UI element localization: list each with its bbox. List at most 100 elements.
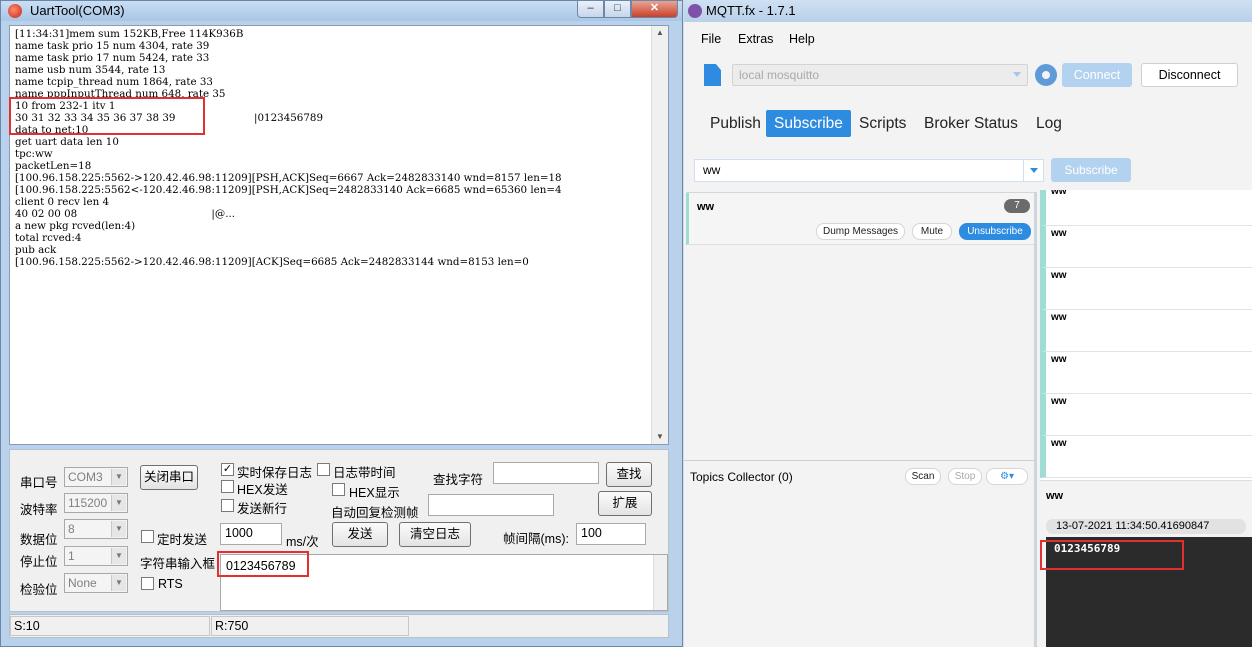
subscriptions-pane: ww 7 Dump Messages Mute Unsubscribe	[686, 192, 1034, 458]
baud-label: 波特率	[20, 503, 58, 517]
menu-file[interactable]: File	[701, 32, 721, 46]
message-topic: ww	[1051, 270, 1067, 281]
timed-send-checkbox[interactable]	[141, 530, 154, 543]
interval-unit: ms/次	[286, 535, 319, 549]
list-item[interactable]: ww	[1040, 310, 1252, 352]
topics-collector: Topics Collector (0) Scan Stop ⚙▾	[684, 460, 1034, 647]
log-time-label: 日志带时间	[333, 466, 396, 480]
mqttfx-titlebar[interactable]: MQTT.fx - 1.7.1	[684, 0, 1252, 22]
list-item[interactable]: ww	[1040, 436, 1252, 478]
stopbits-select[interactable]: 1 ▼	[64, 546, 128, 566]
timed-send-label: 定时发送	[157, 533, 208, 547]
maximize-button[interactable]: □	[604, 1, 631, 18]
chevron-down-icon	[1013, 72, 1021, 77]
subscription-item[interactable]: ww 7 Dump Messages Mute Unsubscribe	[686, 193, 1034, 245]
baud-value: 115200	[68, 496, 108, 510]
scan-button[interactable]: Scan	[905, 468, 941, 485]
parity-value: None	[68, 576, 97, 590]
find-input[interactable]	[493, 462, 599, 484]
parity-select[interactable]: None ▼	[64, 573, 128, 593]
tab-broker-status[interactable]: Broker Status	[916, 110, 1026, 137]
uarttool-title: UartTool(COM3)	[30, 3, 125, 18]
message-count-badge: 7	[1004, 199, 1030, 213]
scroll-down-icon[interactable]: ▼	[652, 430, 668, 444]
port-label: 串口号	[20, 476, 58, 490]
menu-extras[interactable]: Extras	[738, 32, 773, 46]
hex-send-checkbox[interactable]	[221, 480, 234, 493]
log-console[interactable]: [11:34:31]mem sum 152KB,Free 114K936B na…	[9, 25, 669, 445]
file-icon[interactable]	[704, 64, 721, 86]
chevron-down-icon[interactable]	[1023, 160, 1043, 181]
find-button[interactable]: 查找	[606, 462, 652, 487]
mqttfx-title: MQTT.fx - 1.7.1	[706, 3, 796, 18]
log-time-checkbox[interactable]	[317, 463, 330, 476]
close-port-button[interactable]: 关闭串口	[140, 465, 198, 490]
close-button[interactable]: ✕	[631, 1, 678, 18]
menu-help[interactable]: Help	[789, 32, 815, 46]
message-topic: ww	[1051, 190, 1067, 197]
input-scrollbar[interactable]	[653, 555, 667, 610]
uarttool-app-icon	[8, 4, 22, 18]
list-item[interactable]: ww	[1040, 190, 1252, 226]
chevron-down-icon: ▼	[111, 575, 126, 591]
collector-settings-button[interactable]: ⚙▾	[986, 468, 1028, 485]
chevron-down-icon: ▼	[111, 521, 126, 537]
mqttfx-window: MQTT.fx - 1.7.1 File Extras Help local m…	[684, 0, 1252, 647]
minimize-button[interactable]: –	[577, 1, 604, 18]
gear-icon[interactable]	[1035, 64, 1057, 86]
message-list[interactable]: ww ww ww ww ww ww ww	[1040, 190, 1252, 480]
find-label: 查找字符	[433, 473, 484, 487]
uarttool-titlebar[interactable]: UartTool(COM3) – □ ✕	[1, 1, 682, 21]
send-button[interactable]: 发送	[332, 522, 388, 547]
hex-show-checkbox[interactable]	[332, 483, 345, 496]
detail-timestamp: 13-07-2021 11:34:50.41690847	[1046, 519, 1246, 534]
port-value: COM3	[68, 470, 103, 484]
connect-button[interactable]: Connect	[1062, 63, 1132, 87]
menu-bar: File Extras Help	[684, 28, 1252, 50]
tab-subscribe[interactable]: Subscribe	[766, 110, 851, 137]
topic-input[interactable]: ww	[694, 159, 1044, 182]
dump-messages-button[interactable]: Dump Messages	[816, 223, 905, 240]
tab-log[interactable]: Log	[1028, 110, 1070, 137]
frame-interval-label: 帧间隔(ms):	[503, 532, 569, 546]
baud-select[interactable]: 115200 ▼	[64, 493, 128, 513]
parity-label: 检验位	[20, 583, 58, 597]
mqttfx-logo-icon	[688, 4, 702, 18]
realtime-log-checkbox[interactable]: ✓	[221, 463, 234, 476]
scroll-up-icon[interactable]: ▲	[652, 26, 668, 40]
stop-button[interactable]: Stop	[948, 468, 982, 485]
tab-scripts[interactable]: Scripts	[851, 110, 914, 137]
expand-button[interactable]: 扩展	[598, 491, 652, 516]
mute-button[interactable]: Mute	[912, 223, 952, 240]
interval-input[interactable]: 1000	[220, 523, 282, 545]
console-scrollbar[interactable]: ▲ ▼	[651, 26, 668, 444]
control-panel: 串口号 COM3 ▼ 波特率 115200 ▼ 数据位 8 ▼ 停止位 1 ▼ 检验位 …	[9, 449, 669, 612]
auto-reply-input[interactable]	[428, 494, 554, 516]
message-topic: ww	[1051, 312, 1067, 323]
highlight-box	[1040, 540, 1184, 570]
list-item[interactable]: ww	[1040, 268, 1252, 310]
databits-select[interactable]: 8 ▼	[64, 519, 128, 539]
unsubscribe-button[interactable]: Unsubscribe	[959, 223, 1031, 240]
pane-divider[interactable]	[1034, 192, 1037, 647]
hex-show-label: HEX显示	[349, 486, 400, 500]
list-item[interactable]: ww	[1040, 352, 1252, 394]
message-topic: ww	[1051, 396, 1067, 407]
tab-publish[interactable]: Publish	[702, 110, 769, 137]
stopbits-label: 停止位	[20, 555, 58, 569]
databits-label: 数据位	[20, 533, 58, 547]
clear-log-button[interactable]: 清空日志	[399, 522, 471, 547]
message-topic: ww	[1051, 228, 1067, 239]
chevron-down-icon: ▼	[111, 548, 126, 564]
list-item[interactable]: ww	[1040, 226, 1252, 268]
detail-topic: ww	[1046, 490, 1064, 502]
rts-checkbox[interactable]	[141, 577, 154, 590]
subscribe-button[interactable]: Subscribe	[1051, 158, 1131, 182]
frame-interval-input[interactable]: 100	[576, 523, 646, 545]
string-input-label: 字符串输入框	[140, 557, 216, 571]
port-select[interactable]: COM3 ▼	[64, 467, 128, 487]
send-newline-checkbox[interactable]	[221, 499, 234, 512]
disconnect-button[interactable]: Disconnect	[1141, 63, 1238, 87]
broker-profile-select[interactable]: local mosquitto	[732, 64, 1028, 86]
list-item[interactable]: ww	[1040, 394, 1252, 436]
